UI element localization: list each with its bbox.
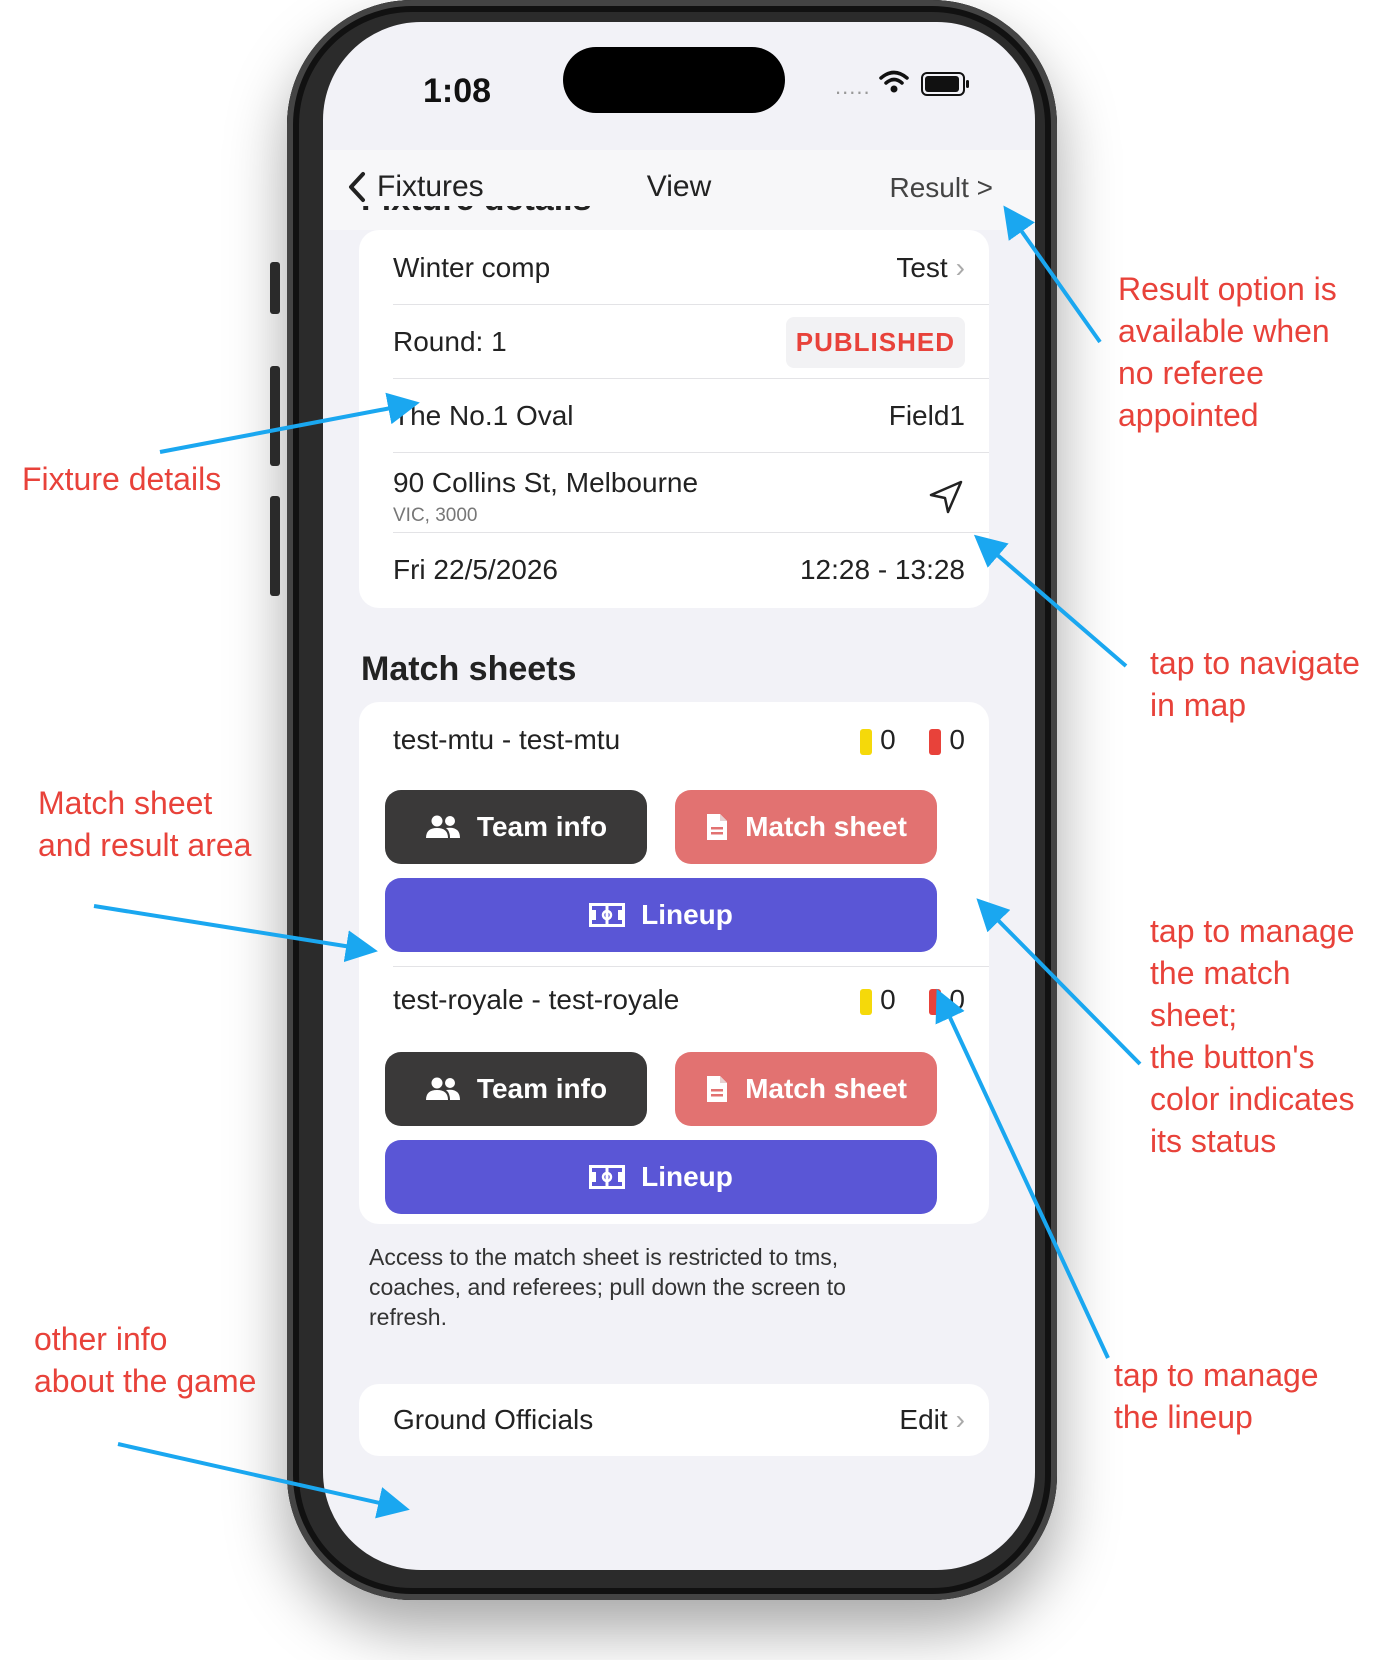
arrow-fixture xyxy=(159,392,420,454)
arrow-navigate xyxy=(973,534,1128,668)
arrow-result xyxy=(1003,205,1102,344)
annotation-arrows xyxy=(93,205,1142,1519)
arrow-manage-sheet xyxy=(976,898,1142,1066)
arrow-other-info xyxy=(117,1442,410,1519)
arrow-match-area xyxy=(93,904,378,963)
arrow-lineup xyxy=(935,988,1110,1359)
